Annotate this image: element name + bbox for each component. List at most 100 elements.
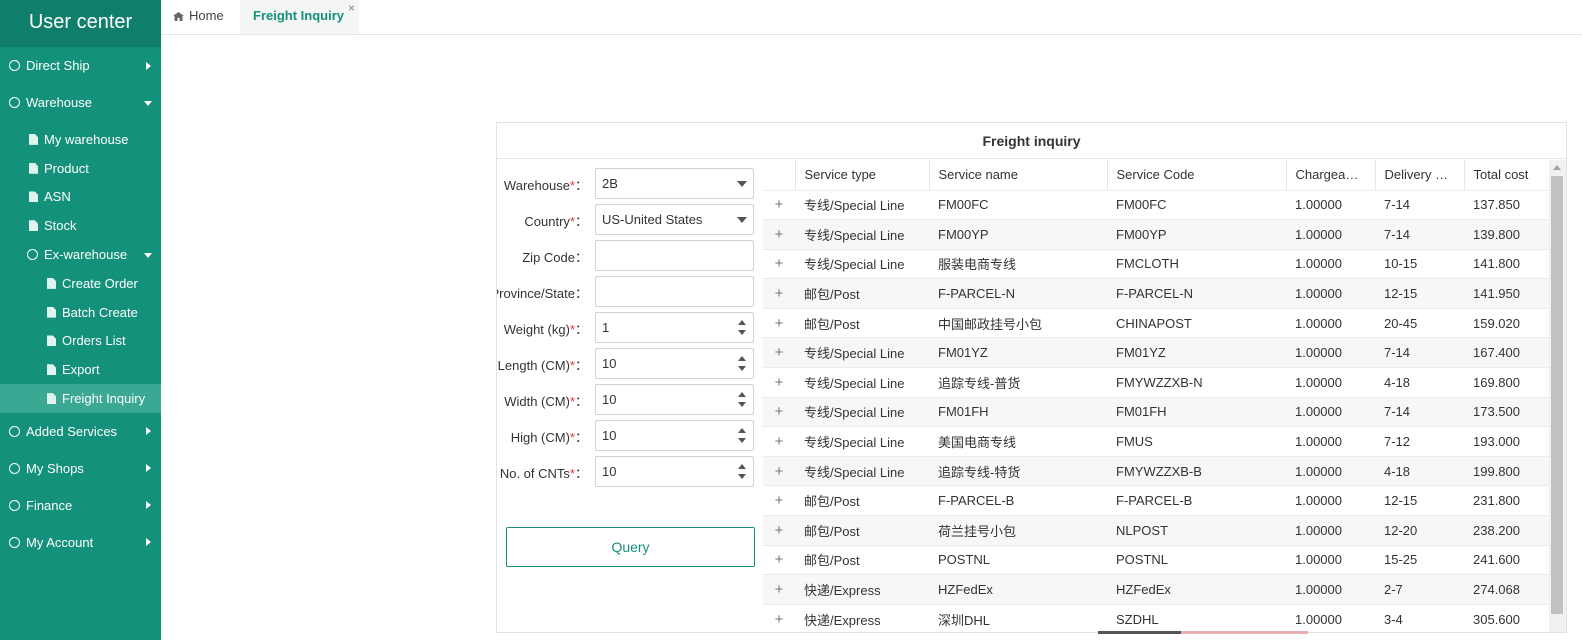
cell-chargeable: 1.00000	[1286, 604, 1375, 632]
province-input[interactable]	[595, 276, 754, 307]
close-icon[interactable]: ×	[348, 0, 355, 24]
cell-service-name: POSTNL	[929, 545, 1107, 576]
spin-up-icon[interactable]	[738, 356, 746, 361]
table-row[interactable]: + 专线/Special Line 追踪专线-普货 FMYWZZXB-N 1.00000…	[763, 367, 1549, 398]
query-button[interactable]: Query	[506, 527, 755, 567]
spin-down-icon[interactable]	[738, 330, 746, 335]
sidebar-item-my-shops[interactable]: My Shops	[0, 450, 161, 487]
expand-row-icon[interactable]: +	[763, 367, 795, 398]
expand-row-icon[interactable]: +	[763, 515, 795, 546]
table-row[interactable]: + 快递/Express 深圳DHL SZDHL 1.00000 3-4 305.600	[763, 604, 1549, 632]
table-row[interactable]: + 邮包/Post F-PARCEL-N F-PARCEL-N 1.00000 12-15…	[763, 278, 1549, 309]
expand-row-icon[interactable]: +	[763, 574, 795, 605]
warehouse-select[interactable]: 2B	[595, 168, 754, 199]
high-stepper[interactable]: 10	[595, 420, 754, 451]
expand-row-icon[interactable]: +	[763, 397, 795, 428]
table-row[interactable]: + 邮包/Post F-PARCEL-B F-PARCEL-B 1.00000 12-15…	[763, 485, 1549, 517]
header-service-name[interactable]: Service name	[929, 160, 1108, 191]
table-row[interactable]: + 专线/Special Line FM01YZ FM01YZ 1.00000 7-14 1…	[763, 337, 1549, 369]
header-service-code[interactable]: Service Code	[1107, 160, 1287, 191]
expand-row-icon[interactable]: +	[763, 604, 795, 632]
sidebar-item-export[interactable]: Export	[0, 355, 161, 384]
table-row[interactable]: + 邮包/Post 中国邮政挂号小包 CHINAPOST 1.00000 20-45 159…	[763, 308, 1549, 339]
sidebar-item-product[interactable]: Product	[0, 154, 161, 183]
table-scrollbar[interactable]	[1549, 160, 1566, 632]
scroll-up-icon[interactable]	[1553, 165, 1561, 170]
expand-row-icon[interactable]: +	[763, 545, 795, 576]
table-row[interactable]: + 专线/Special Line 美国电商专线 FMUS 1.00000 7-12 193…	[763, 426, 1549, 457]
sidebar-item-batch-create[interactable]: Batch Create	[0, 298, 161, 327]
sidebar-item-freight-inquiry[interactable]: Freight Inquiry	[0, 384, 161, 413]
spin-up-icon[interactable]	[738, 392, 746, 397]
table-row[interactable]: + 邮包/Post 荷兰挂号小包 NLPOST 1.00000 12-20 238.200	[763, 515, 1549, 546]
sidebar-item-finance[interactable]: Finance	[0, 487, 161, 524]
sidebar-item-stock[interactable]: Stock	[0, 211, 161, 240]
length-stepper[interactable]: 10	[595, 348, 754, 379]
expand-row-icon[interactable]: +	[763, 485, 795, 517]
expand-row-icon[interactable]: +	[763, 190, 795, 221]
country-select[interactable]: US-United States	[595, 204, 754, 235]
spin-down-icon[interactable]	[738, 402, 746, 407]
spin-up-icon[interactable]	[738, 428, 746, 433]
expand-row-icon[interactable]: +	[763, 219, 795, 250]
sidebar-item-orders-list[interactable]: Orders List	[0, 327, 161, 356]
sidebar-item-my-account[interactable]: My Account	[0, 524, 161, 561]
cell-chargeable: 1.00000	[1286, 219, 1375, 250]
expand-row-icon[interactable]: +	[763, 249, 795, 280]
tab-label: Freight Inquiry	[253, 8, 344, 23]
tab-home[interactable]: Home	[161, 0, 240, 34]
spin-up-icon[interactable]	[738, 320, 746, 325]
header-chargeable[interactable]: Chargeabl…	[1286, 160, 1376, 191]
cell-delivery: 7-12	[1375, 426, 1464, 457]
sidebar-item-asn[interactable]: ASN	[0, 183, 161, 212]
cell-service-type: 专线/Special Line	[795, 426, 929, 457]
tab-freight-inquiry[interactable]: Freight Inquiry ×	[240, 0, 359, 34]
high-label: High (CM)*：	[510, 430, 588, 445]
sidebar-item-ex-warehouse[interactable]: Ex-warehouse	[0, 240, 161, 269]
spin-down-icon[interactable]	[738, 438, 746, 443]
sidebar-item-direct-ship[interactable]: Direct Ship	[0, 47, 161, 84]
header-total-cost[interactable]: Total cost	[1464, 160, 1549, 191]
spin-down-icon[interactable]	[738, 474, 746, 479]
province-label: Province/State：	[496, 286, 588, 301]
cell-total-cost: 137.850	[1464, 190, 1549, 221]
spin-up-icon[interactable]	[738, 464, 746, 469]
country-row: Country*： US-United States	[497, 204, 763, 235]
cell-service-name: 荷兰挂号小包	[929, 515, 1107, 546]
spin-down-icon[interactable]	[738, 366, 746, 371]
expand-row-icon[interactable]: +	[763, 278, 795, 309]
table-row[interactable]: + 专线/Special Line 追踪专线-特货 FMYWZZXB-B 1.00000…	[763, 456, 1549, 487]
cell-service-name: F-PARCEL-N	[929, 278, 1107, 309]
weight-stepper[interactable]: 1	[595, 312, 754, 343]
cnts-stepper[interactable]: 10	[595, 456, 754, 487]
expand-row-icon[interactable]: +	[763, 426, 795, 457]
expand-row-icon[interactable]: +	[763, 337, 795, 369]
sidebar-item-label: My Account	[26, 534, 94, 550]
sidebar-item-warehouse[interactable]: Warehouse	[0, 84, 161, 121]
table-row[interactable]: + 邮包/Post POSTNL POSTNL 1.00000 15-25 241.600	[763, 545, 1549, 576]
table-row[interactable]: + 专线/Special Line FM01FH FM01FH 1.00000 7-14 1…	[763, 397, 1549, 428]
zip-input[interactable]	[595, 240, 754, 271]
header-service-type[interactable]: Service type	[795, 160, 930, 191]
cell-service-name: HZFedEx	[929, 574, 1107, 605]
sidebar-item-label: Stock	[44, 218, 77, 234]
cell-service-code: FM01FH	[1107, 397, 1286, 428]
scroll-thumb[interactable]	[1551, 176, 1563, 614]
sidebar-item-added-services[interactable]: Added Services	[0, 413, 161, 450]
width-stepper[interactable]: 10	[595, 384, 754, 415]
bottom-bar-pink	[1181, 631, 1308, 634]
table-row[interactable]: + 专线/Special Line FM00FC FM00FC 1.00000 7-14 1…	[763, 190, 1549, 221]
header-delivery[interactable]: Delivery d…	[1375, 160, 1465, 191]
cell-service-type: 专线/Special Line	[795, 456, 929, 487]
sidebar-item-label: Ex-warehouse	[44, 247, 128, 263]
table-row[interactable]: + 快递/Express HZFedEx HZFedEx 1.00000 2-7 274.0…	[763, 574, 1549, 605]
expand-row-icon[interactable]: +	[763, 456, 795, 487]
cell-total-cost: 238.200	[1464, 515, 1549, 546]
sidebar-item-create-order[interactable]: Create Order	[0, 269, 161, 298]
table-row[interactable]: + 专线/Special Line FM00YP FM00YP 1.00000 7-14 1…	[763, 219, 1549, 250]
sidebar-item-my-warehouse[interactable]: My warehouse	[0, 125, 161, 154]
expand-row-icon[interactable]: +	[763, 308, 795, 339]
cell-chargeable: 1.00000	[1286, 337, 1375, 369]
sidebar-item-label: ASN	[44, 189, 71, 205]
table-row[interactable]: + 专线/Special Line 服装电商专线 FMCLOTH 1.00000 10-1…	[763, 249, 1549, 280]
